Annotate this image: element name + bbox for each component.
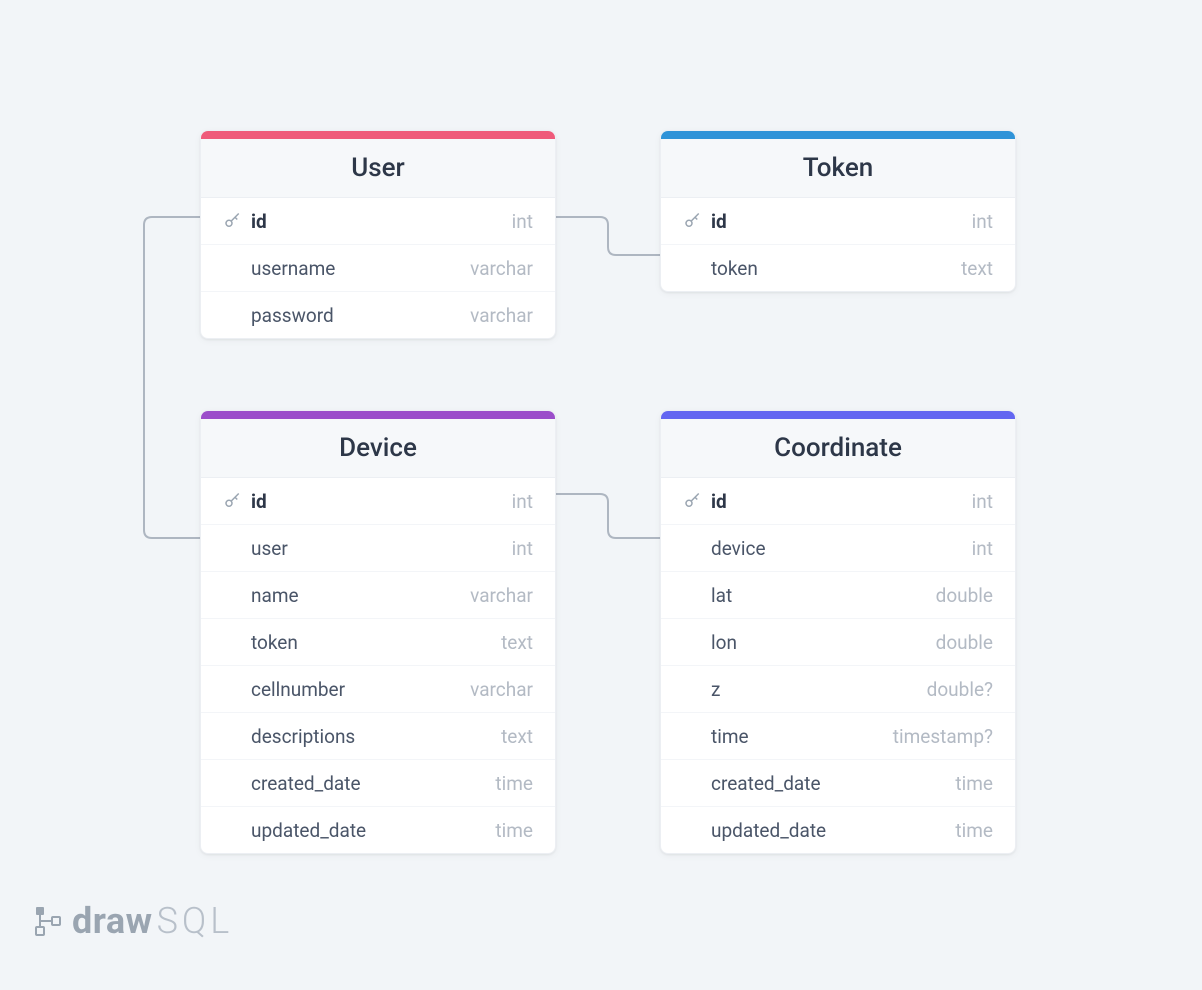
column-type: int (972, 537, 993, 560)
table-row[interactable]: cellnumber varchar (201, 666, 555, 713)
table-row[interactable]: user int (201, 525, 555, 572)
table-row[interactable]: updated_date time (201, 807, 555, 853)
column-name: updated_date (251, 819, 495, 842)
column-name: updated_date (711, 819, 955, 842)
table-row[interactable]: lat double (661, 572, 1015, 619)
table-row[interactable]: token text (201, 619, 555, 666)
diagram-canvas[interactable]: User id int username varchar password va… (0, 0, 1202, 990)
table-row[interactable]: created_date time (661, 760, 1015, 807)
column-type: int (972, 210, 993, 233)
relationship-lines (0, 0, 1202, 990)
table-title: Token (661, 139, 1015, 198)
table-row[interactable]: z double? (661, 666, 1015, 713)
table-row[interactable]: updated_date time (661, 807, 1015, 853)
column-type: time (495, 819, 533, 842)
column-type: varchar (470, 678, 533, 701)
key-icon (223, 492, 251, 510)
table-row[interactable]: id int (661, 198, 1015, 245)
column-type: double (936, 584, 993, 607)
table-accent (201, 131, 555, 139)
column-name: username (251, 257, 470, 280)
column-type: timestamp? (893, 725, 993, 748)
column-name: lat (711, 584, 936, 607)
table-row[interactable]: id int (201, 478, 555, 525)
table-title: User (201, 139, 555, 198)
table-token[interactable]: Token id int token text (660, 130, 1016, 292)
column-type: time (955, 772, 993, 795)
table-rows: id int device int lat double lon double … (661, 478, 1015, 853)
column-type: varchar (470, 584, 533, 607)
table-rows: id int user int name varchar token text … (201, 478, 555, 853)
table-user[interactable]: User id int username varchar password va… (200, 130, 556, 339)
column-name: created_date (251, 772, 495, 795)
column-type: int (972, 490, 993, 513)
table-title: Device (201, 419, 555, 478)
table-row[interactable]: name varchar (201, 572, 555, 619)
column-type: int (512, 210, 533, 233)
column-type: varchar (470, 257, 533, 280)
table-row[interactable]: device int (661, 525, 1015, 572)
column-name: z (711, 678, 927, 701)
column-type: text (961, 257, 993, 280)
column-name: lon (711, 631, 936, 654)
table-row[interactable]: created_date time (201, 760, 555, 807)
table-row[interactable]: password varchar (201, 292, 555, 338)
key-icon (683, 212, 711, 230)
column-type: int (512, 490, 533, 513)
table-row[interactable]: token text (661, 245, 1015, 291)
column-type: double (936, 631, 993, 654)
column-name: id (251, 210, 512, 233)
column-type: time (495, 772, 533, 795)
table-row[interactable]: descriptions text (201, 713, 555, 760)
column-name: descriptions (251, 725, 501, 748)
column-type: int (512, 537, 533, 560)
key-icon (683, 492, 711, 510)
column-type: double? (927, 678, 993, 701)
drawsql-glyph-icon (34, 905, 62, 937)
column-name: time (711, 725, 893, 748)
column-type: varchar (470, 304, 533, 327)
table-row[interactable]: id int (661, 478, 1015, 525)
key-icon (223, 212, 251, 230)
table-row[interactable]: time timestamp? (661, 713, 1015, 760)
logo-text-draw: draw (72, 900, 153, 942)
table-row[interactable]: username varchar (201, 245, 555, 292)
column-type: text (501, 725, 533, 748)
table-rows: id int username varchar password varchar (201, 198, 555, 338)
column-name: device (711, 537, 972, 560)
table-row[interactable]: id int (201, 198, 555, 245)
column-name: user (251, 537, 512, 560)
table-accent (201, 411, 555, 419)
table-accent (661, 411, 1015, 419)
column-type: text (501, 631, 533, 654)
table-coordinate[interactable]: Coordinate id int device int lat double (660, 410, 1016, 854)
column-name: id (251, 490, 512, 513)
column-name: token (711, 257, 961, 280)
drawsql-logo: draw SQL (34, 900, 233, 942)
column-type: time (955, 819, 993, 842)
column-name: created_date (711, 772, 955, 795)
table-accent (661, 131, 1015, 139)
column-name: token (251, 631, 501, 654)
table-title: Coordinate (661, 419, 1015, 478)
table-row[interactable]: lon double (661, 619, 1015, 666)
column-name: id (711, 210, 972, 233)
logo-text-sql: SQL (157, 900, 234, 942)
column-name: name (251, 584, 470, 607)
column-name: password (251, 304, 470, 327)
column-name: cellnumber (251, 678, 470, 701)
column-name: id (711, 490, 972, 513)
table-rows: id int token text (661, 198, 1015, 291)
table-device[interactable]: Device id int user int name varchar (200, 410, 556, 854)
